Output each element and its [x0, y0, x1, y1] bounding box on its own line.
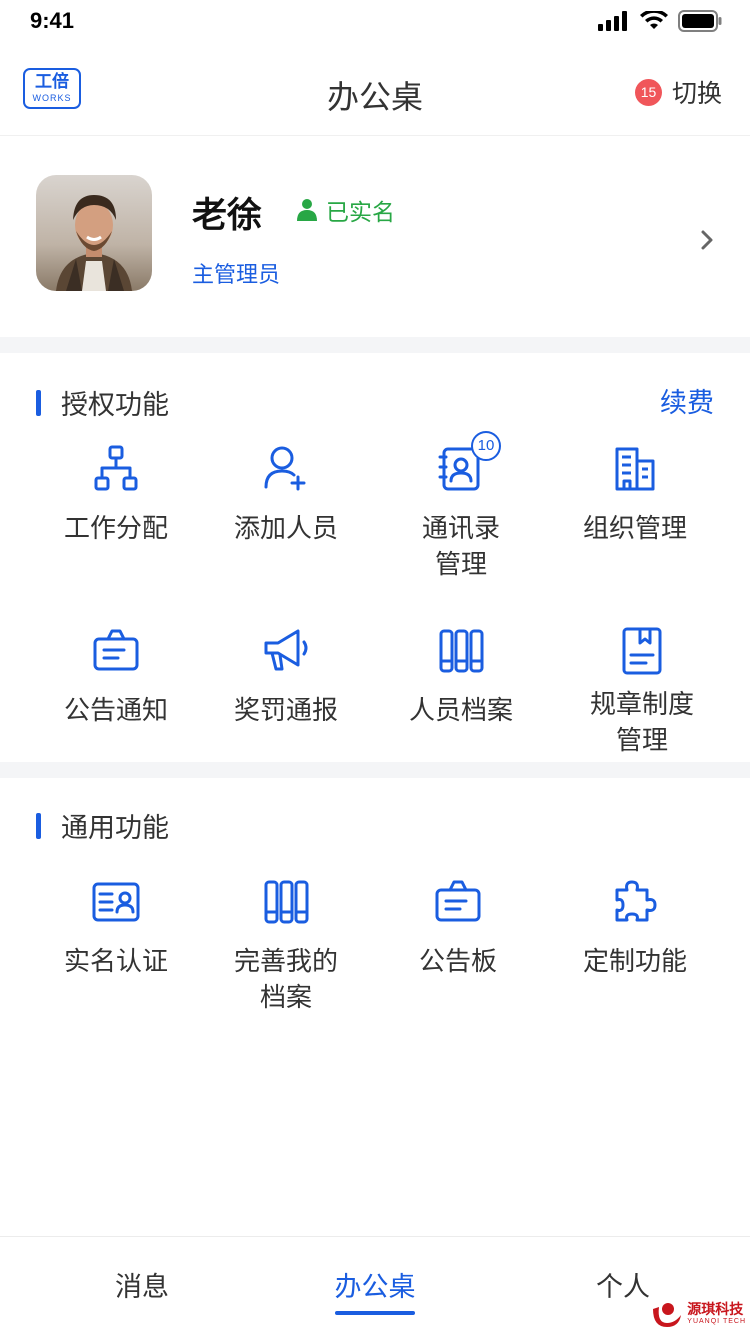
grid-label: 实名认证 — [63, 947, 168, 977]
archive-binders-icon — [435, 625, 487, 677]
verified-label: 已实名 — [326, 200, 395, 226]
id-card-icon — [90, 876, 142, 928]
tab-bar: 消息 办公桌 个人 源琪科技 YUANQI TECH — [0, 1236, 750, 1334]
battery-icon — [678, 10, 722, 32]
watermark-logo-icon — [653, 1303, 682, 1327]
grid-item-add-member[interactable]: 添加人员 — [196, 443, 376, 547]
status-icons — [598, 10, 722, 32]
grid-label: 规章制度 管理 — [589, 690, 694, 756]
grid-label: 奖罚通报 — [233, 696, 338, 726]
contacts-icon: 10 — [435, 431, 501, 495]
user-role: 主管理员 — [192, 263, 281, 288]
grid-item-regulations[interactable]: 规章制度 管理 — [552, 625, 732, 759]
grid-label: 人员档案 — [408, 696, 513, 726]
active-tab-indicator — [335, 1311, 415, 1315]
tab-messages[interactable]: 消息 — [62, 1265, 222, 1304]
watermark-subtext: YUANQI TECH — [687, 1318, 746, 1325]
grid-label: 完善我的 档案 — [233, 947, 338, 1013]
renew-link[interactable]: 续费 — [660, 381, 714, 420]
watermark-text: 源琪科技 — [687, 1302, 744, 1318]
archive-binders-icon — [260, 876, 312, 928]
grid-item-personnel-files[interactable]: 人员档案 — [371, 625, 551, 729]
grid-item-organization[interactable]: 组织管理 — [545, 443, 725, 547]
contacts-count-badge: 10 — [471, 431, 501, 461]
switch-button[interactable]: 15 切换 — [634, 74, 722, 110]
authorized-section: 授权功能 续费 工作分配 添加人员 10 通讯录 管理 组织管理 公告通知 奖罚… — [0, 353, 750, 762]
nav-bar: 工倍 WORKS 办公桌 15 切换 — [0, 44, 750, 136]
add-person-icon — [260, 443, 312, 495]
grid-item-custom-feature[interactable]: 定制功能 — [545, 876, 725, 980]
megaphone-icon — [260, 625, 312, 677]
grid-item-announcement[interactable]: 公告通知 — [26, 625, 206, 729]
wifi-icon — [640, 11, 668, 29]
tab-desk[interactable]: 办公桌 — [295, 1265, 455, 1304]
grid-item-real-name-auth[interactable]: 实名认证 — [26, 876, 206, 980]
section-accent-bar — [36, 389, 41, 416]
user-name: 老徐 — [192, 196, 263, 236]
rule-book-icon — [616, 625, 668, 677]
verified-badge: 已实名 — [296, 193, 395, 227]
switch-badge: 15 — [634, 78, 662, 106]
signal-icon — [598, 11, 627, 31]
org-chart-icon — [90, 443, 142, 495]
notice-board-icon — [432, 876, 484, 928]
authorized-header: 授权功能 — [36, 383, 169, 422]
switch-label: 切换 — [671, 79, 722, 108]
section-accent-bar — [36, 812, 41, 839]
watermark: 源琪科技 YUANQI TECH — [649, 1299, 746, 1329]
avatar — [36, 175, 152, 291]
grid-label: 公告通知 — [63, 696, 168, 726]
person-icon — [297, 199, 317, 221]
grid-label: 工作分配 — [63, 514, 168, 544]
section-divider — [0, 337, 750, 353]
grid-item-contacts[interactable]: 10 通讯录 管理 — [371, 431, 551, 583]
general-title: 通用功能 — [61, 813, 169, 844]
puzzle-icon — [609, 876, 661, 928]
grid-label: 定制功能 — [582, 947, 687, 977]
grid-label: 公告板 — [418, 947, 497, 977]
grid-label: 组织管理 — [582, 514, 687, 544]
grid-item-reward-penalty[interactable]: 奖罚通报 — [196, 625, 376, 729]
grid-label: 添加人员 — [233, 514, 338, 544]
general-header: 通用功能 — [36, 806, 169, 845]
authorized-title: 授权功能 — [61, 390, 169, 421]
grid-label: 通讯录 管理 — [421, 514, 500, 580]
notice-board-icon — [90, 625, 142, 677]
section-divider — [0, 762, 750, 778]
building-icon — [609, 443, 661, 495]
general-section: 通用功能 实名认证 完善我的 档案 公告板 定制功能 — [0, 778, 750, 1078]
grid-item-my-profile[interactable]: 完善我的 档案 — [196, 876, 376, 1016]
status-bar: 9:41 — [0, 0, 750, 44]
grid-item-work-assign[interactable]: 工作分配 — [26, 443, 206, 547]
status-time: 9:41 — [30, 8, 75, 33]
grid-item-bulletin-board[interactable]: 公告板 — [368, 876, 548, 980]
chevron-right-icon — [701, 230, 713, 250]
profile-card[interactable]: 老徐 已实名 主管理员 — [0, 137, 750, 337]
